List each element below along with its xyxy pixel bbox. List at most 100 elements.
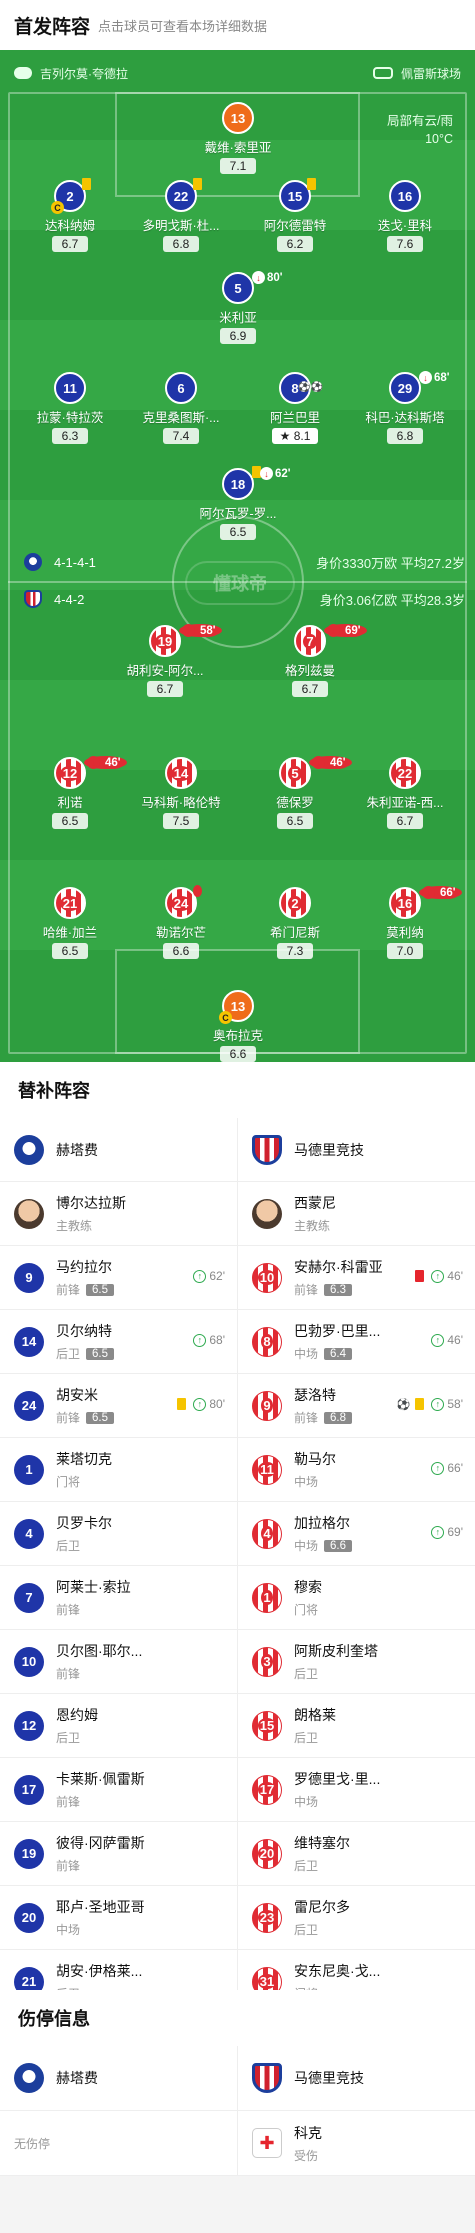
coach-avatar bbox=[252, 1198, 282, 1229]
away-player[interactable]: 22 朱利亚诺-西... 6.7 bbox=[350, 757, 460, 830]
player-number-badge: 9 bbox=[252, 1390, 282, 1421]
atletico-crest-icon bbox=[252, 1134, 282, 1165]
player-number-badge: 12 bbox=[14, 1710, 44, 1741]
weather: 局部有云/雨 10°C bbox=[387, 112, 453, 148]
home-team-cell[interactable]: 赫塔费 bbox=[0, 1118, 237, 1181]
home-player[interactable]: 5 ↓ 80' 米利亚 6.9 bbox=[183, 271, 293, 345]
player-rating: 6.3 bbox=[52, 428, 88, 444]
sub-in-tag: ↑ 68' bbox=[193, 1333, 225, 1347]
player-name: 瑟洛特 bbox=[294, 1387, 336, 1403]
home-player[interactable]: 6 克里桑图斯·... 7.4 bbox=[126, 372, 236, 445]
home-player[interactable]: 13 戴维·索里亚 7.1 bbox=[183, 102, 293, 175]
home-player[interactable]: 8 ⚽⚽ 阿兰巴里 ★ 8.1 bbox=[240, 372, 350, 445]
away-player[interactable]: 7 ↓ 69' 格列兹曼 6.7 bbox=[255, 624, 367, 698]
away-player[interactable]: 19 ↓ 58' 胡利安-阿尔... 6.7 bbox=[110, 624, 222, 698]
sub-out-icon: ↓ bbox=[422, 886, 435, 899]
away-player[interactable]: 12 ↓ 46' 利诺 6.5 bbox=[15, 756, 127, 830]
player-name: 马科斯·略伦特 bbox=[141, 796, 221, 810]
away-injured-player[interactable]: ✚ 科克 受伤 bbox=[237, 2111, 475, 2175]
venue-row: 吉列尔莫·夸德拉 佩雷斯球场 bbox=[0, 58, 475, 88]
home-injury-cell: 无伤停 bbox=[0, 2111, 237, 2175]
player-name: 科克 bbox=[294, 2124, 322, 2141]
player-number-badge: 6 bbox=[165, 372, 197, 404]
home-player[interactable]: 2C 达科纳姆 6.7 bbox=[15, 178, 125, 253]
away-sub-player[interactable]: 15 朗格莱 后卫 bbox=[237, 1694, 475, 1757]
player-name: 卡莱斯·佩雷斯 bbox=[56, 1771, 145, 1787]
player-number-badge: 19 bbox=[14, 1838, 44, 1869]
away-sub-player[interactable]: 17 罗德里戈·里... 中场 bbox=[237, 1758, 475, 1821]
home-sub-player[interactable]: 10 贝尔图·耶尔... 前锋 bbox=[0, 1630, 237, 1693]
home-sub-player[interactable]: 14 贝尔纳特 后卫 6.5 ↑ 68' bbox=[0, 1310, 237, 1373]
home-player[interactable]: 29 ↓ 68' 科巴·达科斯塔 6.8 bbox=[350, 371, 460, 445]
home-player[interactable]: 16 迭戈·里科 7.6 bbox=[350, 180, 460, 253]
away-team-cell[interactable]: 马德里竞技 bbox=[237, 1118, 475, 1181]
away-player[interactable]: 5 ↓ 46' 德保罗 6.5 bbox=[240, 756, 352, 830]
player-number-badge: 10 bbox=[14, 1646, 44, 1677]
home-formation: 4-1-4-1 bbox=[54, 554, 96, 570]
away-player[interactable]: 2 希门尼斯 7.3 bbox=[240, 887, 350, 960]
away-squad-stats: 身价3.06亿欧 平均28.3岁 bbox=[319, 592, 465, 608]
player-name: 安东尼奥·戈... bbox=[294, 1963, 381, 1979]
home-player[interactable]: 15 阿尔德雷特 6.2 bbox=[240, 178, 350, 253]
player-name: 穆索 bbox=[294, 1579, 322, 1595]
away-sub-player[interactable]: 9 瑟洛特 前锋 6.8 ⚽ ↑ 58' bbox=[237, 1374, 475, 1437]
home-sub-player[interactable]: 4 贝罗卡尔 后卫 bbox=[0, 1502, 237, 1565]
away-sub-player[interactable]: 4 加拉格尔 中场 6.6 ↑ 69' bbox=[237, 1502, 475, 1565]
sub-in-tag: ↑ 62' bbox=[193, 1269, 225, 1283]
player-number-badge: 4 bbox=[14, 1518, 44, 1549]
away-coach[interactable]: 西蒙尼 主教练 bbox=[237, 1182, 475, 1245]
player-rating: 6.7 bbox=[387, 813, 423, 829]
away-player[interactable]: 14 马科斯·略伦特 7.5 bbox=[126, 757, 236, 830]
home-sub-player[interactable]: 24 胡安米 前锋 6.5 ↑ 80' bbox=[0, 1374, 237, 1437]
away-sub-player[interactable]: 10 安赫尔·科雷亚 前锋 6.3 ↑ 46' bbox=[237, 1246, 475, 1309]
away-team-cell[interactable]: 马德里竞技 bbox=[237, 2046, 475, 2110]
player-rating: 6.5 bbox=[52, 943, 88, 959]
away-sub-player[interactable]: 23 雷尼尔多 后卫 bbox=[237, 1886, 475, 1949]
coach-role: 主教练 bbox=[294, 1219, 331, 1233]
home-sub-player[interactable]: 12 恩约姆 后卫 bbox=[0, 1694, 237, 1757]
home-coach[interactable]: 博尔达拉斯 主教练 bbox=[0, 1182, 237, 1245]
player-rating: 7.6 bbox=[387, 236, 423, 252]
away-player[interactable]: 24 勒诺尔芒 6.6 bbox=[126, 885, 236, 960]
away-sub-player[interactable]: 1 穆索 门将 bbox=[237, 1566, 475, 1629]
player-name: 达科纳姆 bbox=[44, 219, 95, 233]
sub-out-icon: ↓ bbox=[182, 624, 195, 637]
player-position: 前锋 bbox=[294, 1283, 319, 1297]
home-team-cell[interactable]: 赫塔费 bbox=[0, 2046, 237, 2110]
home-sub-player[interactable]: 19 彼得·冈萨雷斯 前锋 bbox=[0, 1822, 237, 1885]
home-player[interactable]: 18 ↓ 62' 阿尔瓦罗-罗... 6.5 bbox=[183, 466, 293, 541]
player-name: 阿斯皮利奎塔 bbox=[294, 1643, 378, 1659]
player-name: 贝尔纳特 bbox=[56, 1323, 112, 1339]
home-squad-stats: 身价3330万欧 平均27.2岁 bbox=[316, 555, 465, 571]
player-number-badge: 9 bbox=[14, 1262, 44, 1293]
away-sub-player[interactable]: 8 巴勃罗·巴里... 中场 6.4 ↑ 46' bbox=[237, 1310, 475, 1373]
away-sub-player[interactable]: 11 勒马尔 中场 ↑ 66' bbox=[237, 1438, 475, 1501]
away-sub-player[interactable]: 20 维特塞尔 后卫 bbox=[237, 1822, 475, 1885]
player-position: 前锋 bbox=[294, 1411, 319, 1425]
player-name: 阿兰巴里 bbox=[269, 411, 320, 425]
away-player[interactable]: 13 C 奥布拉克 6.6 bbox=[183, 990, 293, 1062]
home-sub-player[interactable]: 1 莱塔切克 门将 bbox=[0, 1438, 237, 1501]
home-sub-player[interactable]: 9 马约拉尔 前锋 6.5 ↑ 62' bbox=[0, 1246, 237, 1309]
player-position: 中场 bbox=[294, 1795, 319, 1809]
sub-row: 14 贝尔纳特 后卫 6.5 ↑ 68' 8 巴勃罗·巴里... 中场 6.4 ↑ 46… bbox=[0, 1310, 475, 1374]
home-sub-player[interactable]: 7 阿莱士·索拉 前锋 bbox=[0, 1566, 237, 1629]
injury-team-row: 赫塔费 马德里竞技 bbox=[0, 2046, 475, 2111]
home-player[interactable]: 22 多明戈斯·杜... 6.8 bbox=[126, 178, 236, 253]
home-sub-player[interactable]: 20 耶卢·圣地亚哥 中场 bbox=[0, 1886, 237, 1949]
player-name: 加拉格尔 bbox=[294, 1515, 350, 1531]
player-rating: 6.5 bbox=[86, 1283, 115, 1296]
home-sub-player[interactable]: 17 卡莱斯·佩雷斯 前锋 bbox=[0, 1758, 237, 1821]
player-rating: 6.7 bbox=[292, 681, 328, 697]
away-team-info: 4-4-2 身价3.06亿欧 平均28.3岁 bbox=[0, 587, 475, 611]
sub-out-icon: ↓ bbox=[312, 756, 325, 769]
player-number-badge: 15 bbox=[279, 178, 316, 212]
stadium-icon bbox=[372, 67, 393, 79]
sub-row: 10 贝尔图·耶尔... 前锋 3 阿斯皮利奎塔 后卫 bbox=[0, 1630, 475, 1694]
away-player[interactable]: 21 哈维·加兰 6.5 bbox=[15, 887, 125, 960]
home-player[interactable]: 11 拉蒙·特拉茨 6.3 bbox=[15, 372, 125, 445]
injury-status: 受伤 bbox=[294, 2148, 319, 2163]
away-player[interactable]: 16 ↓ 66' 莫利纳 7.0 bbox=[350, 886, 462, 960]
away-sub-player[interactable]: 3 阿斯皮利奎塔 后卫 bbox=[237, 1630, 475, 1693]
yellow-card-icon bbox=[193, 885, 202, 897]
